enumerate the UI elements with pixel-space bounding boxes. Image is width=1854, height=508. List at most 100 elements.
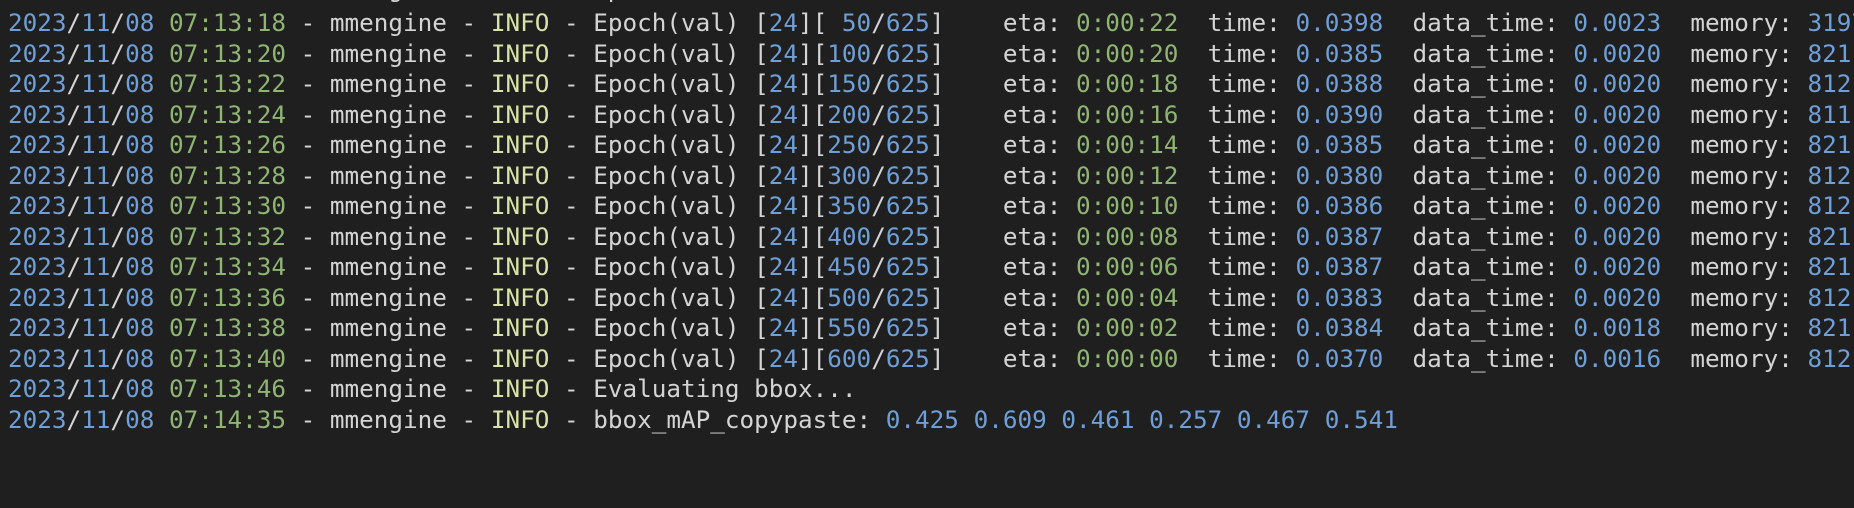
iter-number: 350	[827, 191, 872, 220]
time-value: 0.0390	[1295, 99, 1384, 129]
date-separator: /	[66, 374, 82, 403]
time-value: 0.0388	[1295, 69, 1384, 98]
time-value: 0.0385	[1295, 130, 1384, 159]
date-separator: /	[110, 252, 126, 281]
log-time: 07:13:38	[168, 313, 286, 342]
log-date-month: 11	[81, 282, 111, 312]
separator: -	[549, 38, 594, 68]
eta-label: eta:	[1002, 8, 1076, 37]
eta-label: eta:	[1002, 160, 1076, 190]
log-level: INFO	[490, 282, 550, 312]
bracket: ][	[798, 69, 828, 98]
slash: /	[871, 130, 886, 159]
separator: -	[446, 38, 491, 68]
iter-total: 625	[885, 69, 930, 98]
bracket: ]	[929, 160, 1003, 190]
log-message: Epoch(val)	[593, 191, 740, 220]
logger-name: mmengine	[329, 374, 447, 403]
memory-value: 3197	[1807, 8, 1854, 37]
bracket: [	[739, 313, 769, 342]
log-level: INFO	[490, 8, 550, 37]
logger-name: mmengine	[329, 343, 447, 373]
log-date-year: 2023	[8, 191, 67, 220]
separator: -	[549, 130, 594, 159]
separator: -	[286, 99, 330, 129]
bracket: [	[739, 69, 769, 98]
time-label: time:	[1178, 8, 1296, 37]
date-separator: /	[66, 221, 82, 251]
terminal-output: 2023/11/08 07:13:16 - mmengine - INFO - …	[0, 0, 1854, 508]
separator: -	[446, 8, 491, 37]
epoch-number: 24	[768, 8, 799, 37]
log-date-month: 11	[81, 252, 111, 281]
memory-label: memory:	[1661, 130, 1808, 159]
iter-number: 450	[827, 252, 872, 281]
memory-label: memory:	[1661, 252, 1808, 281]
eta-value: 0:00:12	[1076, 160, 1179, 190]
date-separator: /	[66, 69, 82, 98]
separator: -	[286, 69, 330, 98]
iter-number: 200	[827, 99, 872, 129]
bracket: ]	[929, 221, 1003, 251]
date-separator: /	[110, 221, 126, 251]
memory-label: memory:	[1661, 38, 1808, 68]
log-level: INFO	[490, 191, 550, 220]
log-date-year: 2023	[8, 130, 67, 159]
iter-number: 150	[827, 69, 872, 98]
log-date-year: 2023	[8, 160, 67, 190]
log-date-day: 08	[125, 374, 155, 403]
iter-total: 625	[885, 130, 930, 159]
bracket: ]	[929, 282, 1003, 312]
separator: -	[549, 221, 594, 251]
logger-name: mmengine	[329, 221, 447, 251]
map-value: 0.461	[1061, 404, 1135, 434]
date-separator: /	[110, 404, 126, 434]
log-message: Epoch(val)	[593, 99, 740, 129]
log-date-year: 2023	[8, 313, 67, 342]
separator: -	[549, 343, 594, 373]
separator: -	[446, 252, 491, 281]
separator: -	[549, 374, 594, 403]
eta-label: eta:	[1002, 191, 1076, 220]
data-time-value: 0.0020	[1573, 191, 1662, 220]
epoch-number: 24	[768, 191, 799, 220]
separator: -	[446, 69, 491, 98]
log-date-month: 11	[81, 191, 111, 220]
date-separator: /	[110, 99, 126, 129]
separator: -	[446, 282, 491, 312]
eta-label: eta:	[1002, 221, 1076, 251]
date-separator: /	[110, 160, 126, 190]
memory-value: 821	[1807, 252, 1852, 281]
map-value: 0.257	[1149, 404, 1223, 434]
slash: /	[871, 99, 886, 129]
log-level: INFO	[490, 252, 550, 281]
iter-number: 550	[827, 313, 872, 342]
data-time-label: data_time:	[1383, 160, 1574, 190]
log-message: Epoch(val)	[593, 38, 740, 68]
separator: -	[549, 404, 594, 434]
log-date-year: 2023	[8, 99, 67, 129]
time-label: time:	[1178, 343, 1296, 373]
data-time-value: 0.0023	[1573, 8, 1662, 37]
logger-name: mmengine	[329, 404, 447, 434]
time-label: time:	[1178, 252, 1296, 281]
separator: -	[549, 313, 594, 342]
eta-value: 0:00:16	[1076, 99, 1179, 129]
bracket: [	[739, 282, 769, 312]
bracket: ]	[929, 69, 1003, 98]
log-date-year: 2023	[8, 252, 67, 281]
memory-label: memory:	[1661, 69, 1808, 98]
log-date-day: 08	[125, 8, 155, 37]
separator: -	[286, 160, 330, 190]
log-date-month: 11	[81, 38, 111, 68]
data-time-value: 0.0016	[1573, 343, 1662, 373]
date-separator: /	[110, 282, 126, 312]
bracket: ][	[798, 160, 828, 190]
eta-value: 0:00:14	[1076, 130, 1179, 159]
log-message: bbox_mAP_copypaste:	[593, 404, 872, 434]
log-time: 07:13:18	[168, 8, 286, 37]
data-time-value: 0.0020	[1573, 160, 1662, 190]
